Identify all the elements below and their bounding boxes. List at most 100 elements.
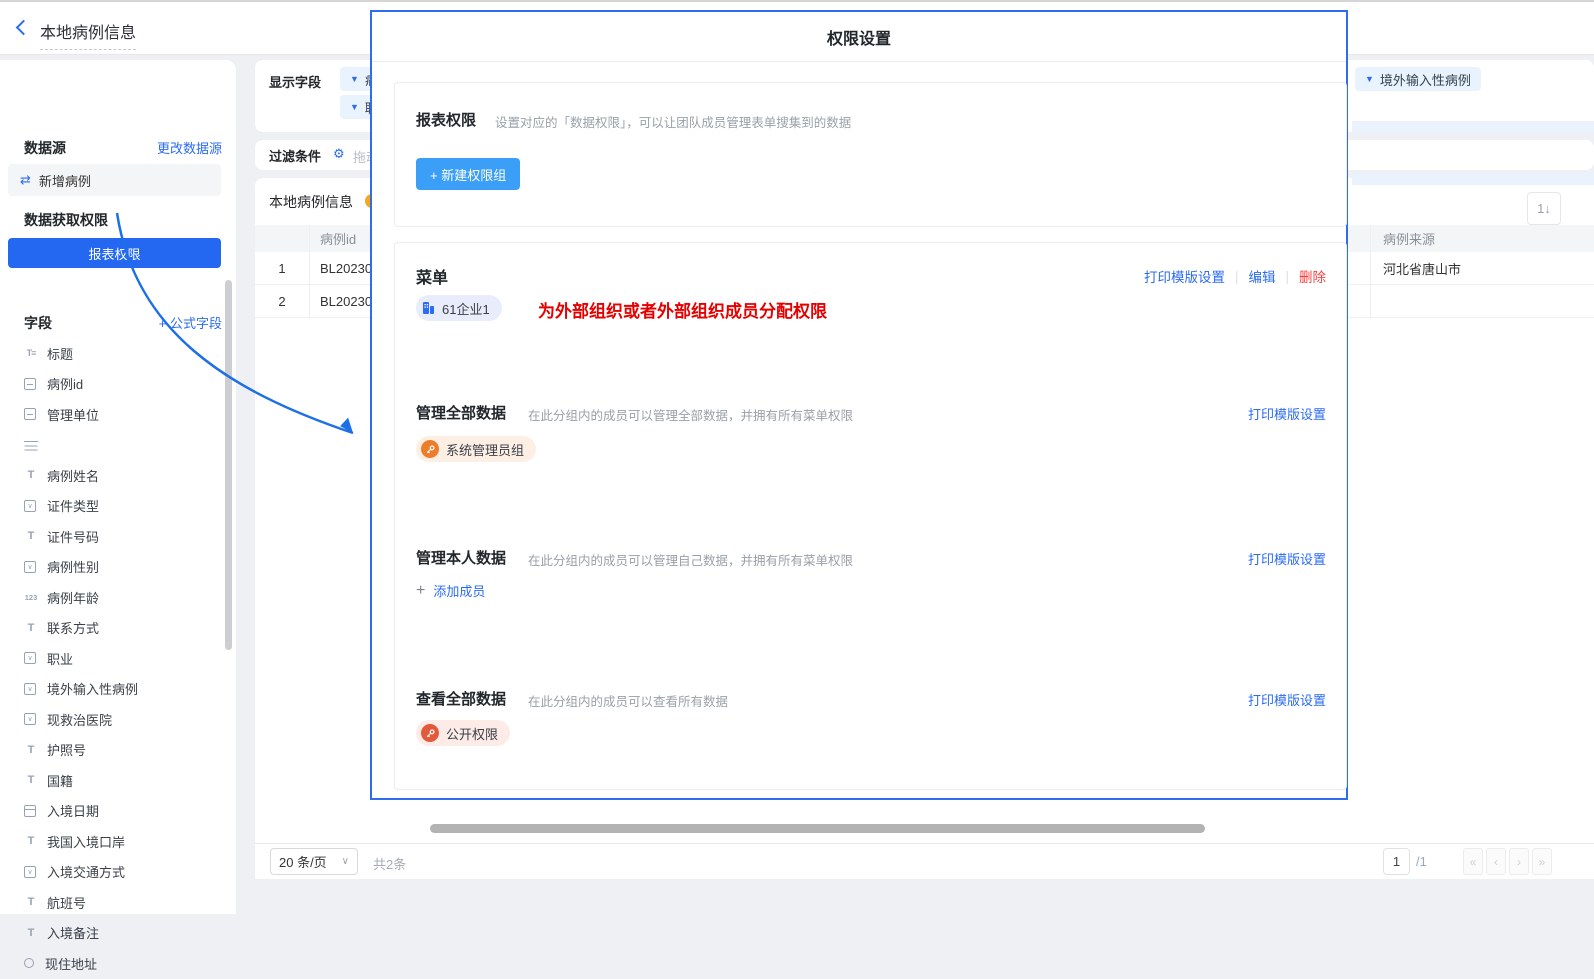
field-chip-overseas[interactable]: ▼境外输入性病例 xyxy=(1355,67,1481,91)
chevron-down-icon: ▼ xyxy=(1365,74,1374,84)
chevron-down-icon: ▼ xyxy=(350,102,359,112)
field-item[interactable]: 境外输入性病例 xyxy=(0,674,225,705)
link-separator: | xyxy=(1235,269,1239,284)
field-item[interactable]: 联系方式 xyxy=(0,613,225,644)
sidebar-scrollbar[interactable] xyxy=(225,280,232,650)
field-item[interactable]: 我国入境口岸 xyxy=(0,826,225,857)
title-icon xyxy=(24,348,38,358)
case-id-header: 病例id xyxy=(320,225,356,252)
data-access-label: 数据获取权限 xyxy=(24,210,108,230)
text-icon xyxy=(24,835,38,847)
field-item[interactable]: 病例id xyxy=(0,369,225,400)
field-item[interactable]: 病例年龄 xyxy=(0,582,225,613)
first-page-button[interactable]: « xyxy=(1463,848,1483,875)
key-icon xyxy=(421,724,439,742)
admin-group-chip[interactable]: 系统管理员组 xyxy=(416,436,536,462)
field-item[interactable]: 病例姓名 xyxy=(0,460,225,491)
field-item[interactable]: 现住地址 xyxy=(0,948,225,979)
print-template-link[interactable]: 打印模版设置 xyxy=(1248,690,1326,709)
fields-list: 标题 病例id 管理单位 病例姓名 证件类型 证件号码 病例性别 病例年龄 联系… xyxy=(0,338,225,979)
select-icon xyxy=(24,561,36,573)
annotation-text: 为外部组织或者外部组织成员分配权限 xyxy=(538,297,827,322)
permission-groups-section: 菜单 打印模版设置 | 编辑 | 删除 61企业1 为外部组织或者外部组织成员分… xyxy=(394,242,1347,790)
select-icon xyxy=(24,866,36,878)
table-title: 本地病例信息 xyxy=(269,192,353,212)
horizontal-scrollbar-thumb[interactable] xyxy=(430,824,1205,833)
field-item[interactable]: 证件号码 xyxy=(0,521,225,552)
new-case-label: 新增病例 xyxy=(39,171,91,190)
next-page-button[interactable]: › xyxy=(1509,848,1529,875)
group-title: 管理本人数据 xyxy=(416,547,506,568)
page-title: 本地病例信息 xyxy=(40,19,136,50)
prev-page-button[interactable]: ‹ xyxy=(1486,848,1506,875)
text-icon xyxy=(24,530,38,542)
new-permission-group-button[interactable]: + 新建权限组 xyxy=(416,158,520,190)
pagination-bar: 20 条/页 ∨ 共2条 /1 « ‹ › » xyxy=(255,843,1594,879)
new-case-item[interactable]: ⇄ 新增病例 xyxy=(8,164,221,196)
row-number-cell: 2 xyxy=(255,285,310,317)
fields-label: 字段 xyxy=(24,313,52,333)
field-item[interactable]: 现救治医院 xyxy=(0,704,225,735)
section-title: 报表权限 xyxy=(416,109,476,130)
building-icon xyxy=(421,301,435,315)
public-permission-chip[interactable]: 公开权限 xyxy=(416,720,510,746)
case-source-cell: 河北省唐山市 xyxy=(1370,252,1594,284)
permission-settings-modal: 权限设置 报表权限 设置对应的「数据权限」，可以让团队成员管理表单搜集到的数据 … xyxy=(370,10,1348,800)
change-datasource-link[interactable]: 更改数据源 xyxy=(157,138,222,157)
print-template-link[interactable]: 打印模版设置 xyxy=(1144,266,1225,286)
datasource-label: 数据源 xyxy=(24,138,66,158)
chip-row-fragment xyxy=(1352,173,1594,185)
formula-field-link[interactable]: + 公式字段 xyxy=(159,313,222,332)
page-size-select[interactable]: 20 条/页 ∨ xyxy=(270,848,358,875)
edit-link[interactable]: 编辑 xyxy=(1248,266,1275,286)
group-description: 在此分组内的成员可以查看所有数据 xyxy=(528,691,728,710)
select-icon xyxy=(24,683,36,695)
field-item[interactable]: 护照号 xyxy=(0,735,225,766)
page-number-input[interactable] xyxy=(1383,848,1410,875)
menu-icon xyxy=(24,441,38,443)
id-icon xyxy=(24,378,36,390)
key-icon xyxy=(421,440,439,458)
field-item[interactable]: 入境备注 xyxy=(0,918,225,949)
date-icon xyxy=(24,805,36,817)
field-item[interactable]: 国籍 xyxy=(0,765,225,796)
report-permission-button[interactable]: 报表权限 xyxy=(8,238,221,268)
case-source-cell xyxy=(1370,285,1594,317)
group-description: 在此分组内的成员可以管理自己数据，并拥有所有菜单权限 xyxy=(528,550,853,569)
field-item[interactable]: 入境交通方式 xyxy=(0,857,225,888)
field-item[interactable]: 职业 xyxy=(0,643,225,674)
row-number-cell: 1 xyxy=(255,252,310,284)
group-description: 在此分组内的成员可以管理全部数据，并拥有所有菜单权限 xyxy=(528,405,853,424)
link-separator: | xyxy=(1285,269,1289,284)
field-item[interactable]: 管理单位 xyxy=(0,399,225,430)
field-item[interactable]: 证件类型 xyxy=(0,491,225,522)
gear-icon[interactable]: ⚙ xyxy=(333,146,345,162)
case-source-header: 病例来源 xyxy=(1370,225,1594,252)
chevron-down-icon: ∨ xyxy=(342,856,349,867)
add-member-button[interactable]: + 添加成员 xyxy=(416,581,485,600)
org-chip[interactable]: 61企业1 xyxy=(416,295,502,321)
field-item[interactable]: 标题 xyxy=(0,338,225,369)
link-icon: ⇄ xyxy=(20,172,31,188)
print-template-link[interactable]: 打印模版设置 xyxy=(1248,404,1326,423)
modal-title: 权限设置 xyxy=(372,12,1346,62)
field-item[interactable]: 病例性别 xyxy=(0,552,225,583)
menu-section-title: 菜单 xyxy=(416,264,448,288)
last-page-button[interactable]: » xyxy=(1532,848,1552,875)
print-template-link[interactable]: 打印模版设置 xyxy=(1248,549,1326,568)
select-icon xyxy=(24,713,36,725)
report-permission-section: 报表权限 设置对应的「数据权限」，可以让团队成员管理表单搜集到的数据 + 新建权… xyxy=(394,82,1347,227)
chevron-down-icon: ▼ xyxy=(350,74,359,84)
row-number-header xyxy=(255,225,310,252)
display-fields-label: 显示字段 xyxy=(269,72,321,91)
back-icon[interactable] xyxy=(16,20,32,36)
text-icon xyxy=(24,896,38,908)
delete-link[interactable]: 删除 xyxy=(1299,266,1326,286)
plus-icon: + xyxy=(416,582,425,600)
total-count: 共2条 xyxy=(373,854,406,873)
field-item[interactable] xyxy=(0,430,225,461)
sort-button[interactable]: 1↓ xyxy=(1527,192,1561,225)
field-item[interactable]: 入境日期 xyxy=(0,796,225,827)
field-item[interactable]: 航班号 xyxy=(0,887,225,918)
number-icon xyxy=(24,593,38,602)
